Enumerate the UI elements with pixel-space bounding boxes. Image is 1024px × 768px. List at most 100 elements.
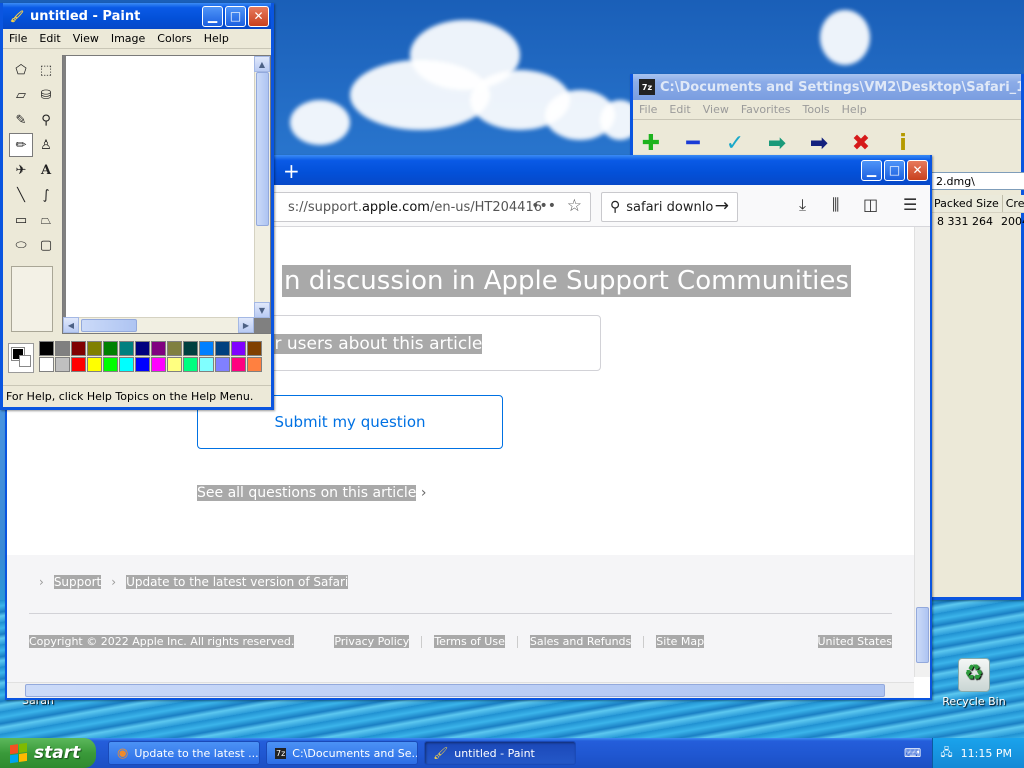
clock[interactable]: 11:15 PM bbox=[961, 747, 1012, 760]
paint-maximize-button[interactable]: □ bbox=[225, 5, 246, 27]
pencil-icon[interactable]: ✏ bbox=[9, 133, 33, 157]
curve-icon[interactable]: ∫ bbox=[34, 183, 58, 207]
color-swatch[interactable] bbox=[231, 357, 246, 372]
delete-icon[interactable]: ✖ bbox=[849, 131, 873, 156]
color-swatch[interactable] bbox=[55, 341, 70, 356]
start-button[interactable]: start bbox=[0, 738, 96, 768]
color-swatch[interactable] bbox=[119, 341, 134, 356]
maximize-button[interactable]: □ bbox=[884, 159, 905, 181]
paint-titlebar[interactable]: 🖌 untitled - Paint ▁ □ ✕ bbox=[3, 3, 271, 29]
search-go-arrow-icon[interactable]: → bbox=[715, 196, 729, 216]
scroll-thumb[interactable] bbox=[81, 319, 137, 332]
library-icon[interactable]: ⫼ bbox=[832, 195, 839, 215]
search-box[interactable]: ⚲ safari downlo → bbox=[601, 192, 738, 222]
7zip-titlebar[interactable]: 7z C:\Documents and Settings\VM2\Desktop… bbox=[633, 74, 1021, 100]
color-swatch[interactable] bbox=[183, 357, 198, 372]
info-icon[interactable]: i bbox=[891, 131, 915, 156]
page-actions-icon[interactable]: ••• bbox=[531, 198, 556, 214]
rect-select-icon[interactable]: ⬚ bbox=[34, 58, 58, 82]
color-swatch[interactable] bbox=[39, 357, 54, 372]
line-icon[interactable]: ╲ bbox=[9, 183, 33, 207]
color-swatch[interactable] bbox=[71, 357, 86, 372]
7zip-menu-file[interactable]: File bbox=[633, 103, 663, 116]
add-icon[interactable]: ✚ bbox=[639, 131, 663, 156]
footer-link-privacy[interactable]: Privacy Policy bbox=[334, 635, 410, 648]
color-swatch[interactable] bbox=[103, 357, 118, 372]
canvas-horizontal-scrollbar[interactable]: ◀ ▶ bbox=[63, 317, 254, 333]
free-form-select-icon[interactable]: ⬠ bbox=[9, 58, 33, 82]
scroll-thumb[interactable] bbox=[25, 684, 885, 697]
bookmark-star-icon[interactable]: ☆ bbox=[567, 196, 582, 216]
breadcrumb-support[interactable]: Support bbox=[53, 575, 102, 589]
canvas-vertical-scrollbar[interactable]: ▲ ▼ bbox=[254, 56, 270, 318]
extract-icon[interactable]: ━ bbox=[681, 131, 705, 156]
color-swatch[interactable] bbox=[151, 341, 166, 356]
color-swatch[interactable] bbox=[87, 357, 102, 372]
brush-icon[interactable]: ♙ bbox=[34, 133, 58, 157]
color-swatch[interactable] bbox=[167, 357, 182, 372]
color-swatch[interactable] bbox=[87, 341, 102, 356]
color-swatch[interactable] bbox=[135, 341, 150, 356]
country-selector[interactable]: United States bbox=[817, 635, 892, 648]
url-bar[interactable]: s://support. apple.com/en-us/HT204416 •••… bbox=[237, 192, 591, 222]
scroll-right-icon[interactable]: ▶ bbox=[238, 317, 254, 333]
color-swatch[interactable] bbox=[71, 341, 86, 356]
minimize-button[interactable]: ▁ bbox=[861, 159, 882, 181]
rounded-rect-icon[interactable]: ▢ bbox=[34, 233, 58, 257]
paint-menu-colors[interactable]: Colors bbox=[151, 32, 197, 45]
close-button[interactable]: ✕ bbox=[907, 159, 928, 181]
color-swatch[interactable] bbox=[247, 341, 262, 356]
tool-options-box[interactable] bbox=[11, 266, 53, 332]
color-swatch[interactable] bbox=[135, 357, 150, 372]
7zip-menu-tools[interactable]: Tools bbox=[797, 103, 836, 116]
color-swatch[interactable] bbox=[103, 341, 118, 356]
rectangle-icon[interactable]: ▭ bbox=[9, 208, 33, 232]
network-icon[interactable]: 🖧 bbox=[940, 744, 952, 763]
scroll-left-icon[interactable]: ◀ bbox=[63, 317, 79, 333]
test-icon[interactable]: ✓ bbox=[723, 131, 747, 156]
menu-hamburger-icon[interactable]: ☰ bbox=[903, 195, 917, 214]
new-tab-plus-icon[interactable]: + bbox=[283, 159, 300, 183]
7zip-menu-edit[interactable]: Edit bbox=[663, 103, 696, 116]
eraser-icon[interactable]: ▱ bbox=[9, 83, 33, 107]
polygon-icon[interactable]: ⏢ bbox=[34, 208, 58, 232]
column-packed-size[interactable]: Packed Size bbox=[931, 195, 1003, 212]
7zip-file-row[interactable]: 8 331 264 2004- bbox=[931, 215, 1024, 228]
color-swatch[interactable] bbox=[151, 357, 166, 372]
color-swatch[interactable] bbox=[215, 341, 230, 356]
paint-menu-help[interactable]: Help bbox=[198, 32, 235, 45]
scroll-up-icon[interactable]: ▲ bbox=[254, 56, 270, 72]
color-swatch[interactable] bbox=[167, 341, 182, 356]
scroll-thumb[interactable] bbox=[256, 72, 269, 226]
paint-menu-file[interactable]: File bbox=[3, 32, 33, 45]
download-icon[interactable]: ⤓ bbox=[799, 195, 806, 215]
taskbar-item-firefox[interactable]: ◉ Update to the latest ... bbox=[108, 741, 260, 765]
copy-icon[interactable]: ➡ bbox=[765, 131, 789, 156]
column-created[interactable]: Crea bbox=[1003, 195, 1024, 212]
color-picker-icon[interactable]: ✎ bbox=[9, 108, 33, 132]
color-swatch[interactable] bbox=[199, 357, 214, 372]
scroll-thumb[interactable] bbox=[916, 607, 929, 663]
footer-link-terms[interactable]: Terms of Use bbox=[434, 635, 505, 648]
text-tool-icon[interactable]: A bbox=[34, 158, 58, 182]
footer-link-sales[interactable]: Sales and Refunds bbox=[529, 635, 632, 648]
color-swatch[interactable] bbox=[183, 341, 198, 356]
page-horizontal-scrollbar[interactable] bbox=[7, 682, 914, 698]
color-swatch[interactable] bbox=[231, 341, 246, 356]
taskbar-item-7zip[interactable]: 7z C:\Documents and Se... bbox=[266, 741, 418, 765]
sidebar-icon[interactable]: ◫ bbox=[863, 195, 878, 214]
paint-menu-view[interactable]: View bbox=[67, 32, 105, 45]
fill-bucket-icon[interactable]: ⛁ bbox=[34, 83, 58, 107]
recycle-bin-desktop-icon[interactable]: Recycle Bin bbox=[939, 658, 1009, 708]
color-swatch[interactable] bbox=[119, 357, 134, 372]
keyboard-icon[interactable]: ⌨ bbox=[904, 746, 921, 760]
footer-link-sitemap[interactable]: Site Map bbox=[656, 635, 705, 648]
paint-minimize-button[interactable]: ▁ bbox=[202, 5, 223, 27]
paint-close-button[interactable]: ✕ bbox=[248, 5, 269, 27]
color-swatch[interactable] bbox=[247, 357, 262, 372]
airbrush-icon[interactable]: ✈ bbox=[9, 158, 33, 182]
7zip-menu-favorites[interactable]: Favorites bbox=[735, 103, 797, 116]
taskbar-item-paint[interactable]: 🖌 untitled - Paint bbox=[424, 741, 576, 765]
paint-menu-image[interactable]: Image bbox=[105, 32, 151, 45]
color-swatch[interactable] bbox=[199, 341, 214, 356]
